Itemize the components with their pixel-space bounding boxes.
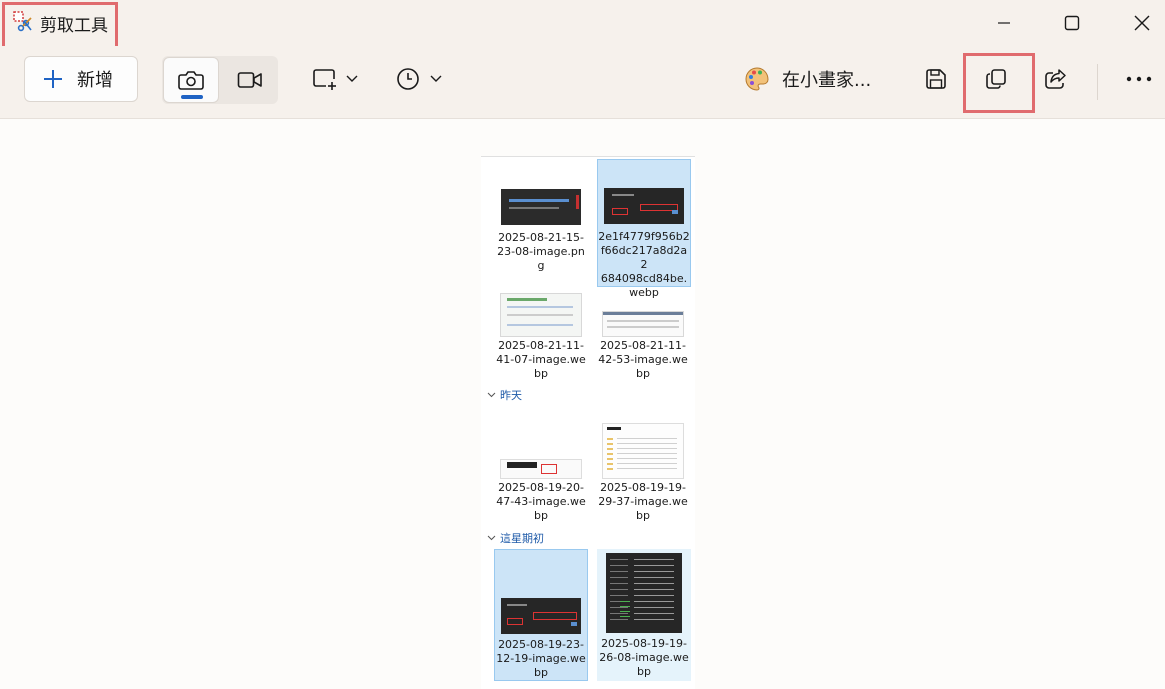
file-thumbnail: [602, 311, 684, 337]
file-name: 2025-08-21-11- 42-53-image.we bp: [598, 339, 688, 380]
file-name: 2025-08-19-20- 47-43-image.we bp: [496, 481, 586, 522]
file-thumbnail: [602, 423, 684, 479]
file-name: 2025-08-21-11- 41-07-image.we bp: [496, 339, 586, 380]
minimize-icon: [998, 22, 1010, 24]
capture-mode-toggle: [162, 56, 278, 104]
paint-palette-icon: [745, 67, 769, 91]
minimize-button[interactable]: [974, 0, 1034, 46]
file-tile[interactable]: 2025-08-21-15- 23-08-image.pn g: [495, 161, 587, 287]
maximize-icon: [1064, 15, 1080, 31]
file-name: 2025-08-19-19- 26-08-image.we bp: [599, 637, 689, 678]
snip-shape-dropdown[interactable]: [312, 56, 358, 102]
chevron-down-icon: [430, 75, 442, 82]
chevron-down-icon: [487, 535, 496, 541]
maximize-button[interactable]: [1042, 0, 1102, 46]
file-thumbnail: [606, 553, 682, 633]
file-tile[interactable]: 2025-08-19-19- 29-37-image.we bp: [597, 413, 689, 539]
close-icon: [1134, 15, 1150, 31]
file-tile-selected[interactable]: 2025-08-19-23- 12-19-image.we bp: [494, 549, 588, 681]
file-name: 2025-08-19-19- 29-37-image.we bp: [598, 481, 688, 522]
clock-icon: [397, 68, 419, 90]
selected-indicator: [181, 95, 203, 99]
video-camera-icon: [237, 72, 262, 88]
plus-icon: [44, 70, 62, 88]
new-snip-button[interactable]: 新增: [24, 56, 138, 102]
screenshot-mode-button[interactable]: [163, 57, 219, 103]
file-tile-selected[interactable]: 2e1f4779f956b2 f66dc217a8d2a2 684098cd84…: [597, 159, 691, 299]
title-bar: 剪取工具: [0, 0, 1165, 46]
new-snip-label: 新增: [77, 70, 113, 91]
camera-icon: [178, 71, 204, 90]
group-header-earlier-this-week[interactable]: 這星期初: [487, 530, 544, 546]
file-tile[interactable]: 2025-08-21-11- 42-53-image.we bp: [597, 287, 689, 413]
more-options-button[interactable]: [1116, 56, 1162, 102]
file-name: 2025-08-19-23- 12-19-image.we bp: [496, 638, 586, 679]
delay-dropdown[interactable]: [396, 56, 442, 102]
save-button[interactable]: [913, 56, 959, 102]
title-highlight-box: [2, 2, 118, 50]
file-name: 2025-08-21-15- 23-08-image.pn g: [497, 231, 585, 272]
file-thumbnail: [500, 293, 582, 337]
chevron-down-icon: [487, 392, 496, 398]
file-thumbnail: [604, 188, 684, 224]
file-tile[interactable]: 2025-08-19-20- 47-43-image.we bp: [495, 413, 587, 539]
chevron-down-icon: [346, 75, 358, 82]
record-mode-button[interactable]: [222, 57, 278, 103]
group-header-yesterday[interactable]: 昨天: [487, 387, 522, 403]
close-button[interactable]: [1112, 0, 1165, 46]
edit-in-paint-button[interactable]: 在小畫家...: [744, 56, 871, 102]
more-icon: [1126, 76, 1152, 82]
file-thumbnail: [500, 459, 582, 479]
rectangle-snip-icon: [313, 69, 336, 90]
file-thumbnail: [501, 189, 581, 225]
share-icon: [1045, 69, 1066, 89]
file-thumbnail: [501, 598, 581, 634]
captured-image: 2025-08-21-15- 23-08-image.pn g 2e1f4779…: [481, 156, 695, 689]
copy-highlight-box: [963, 53, 1035, 113]
toolbar-separator: [1097, 64, 1098, 100]
share-button[interactable]: [1033, 56, 1079, 102]
group-label: 這星期初: [500, 532, 544, 545]
group-label: 昨天: [500, 389, 522, 402]
file-tile[interactable]: 2025-08-19-19- 26-08-image.we bp: [597, 549, 691, 681]
save-icon: [926, 69, 946, 89]
edit-in-paint-label: 在小畫家...: [782, 70, 872, 91]
